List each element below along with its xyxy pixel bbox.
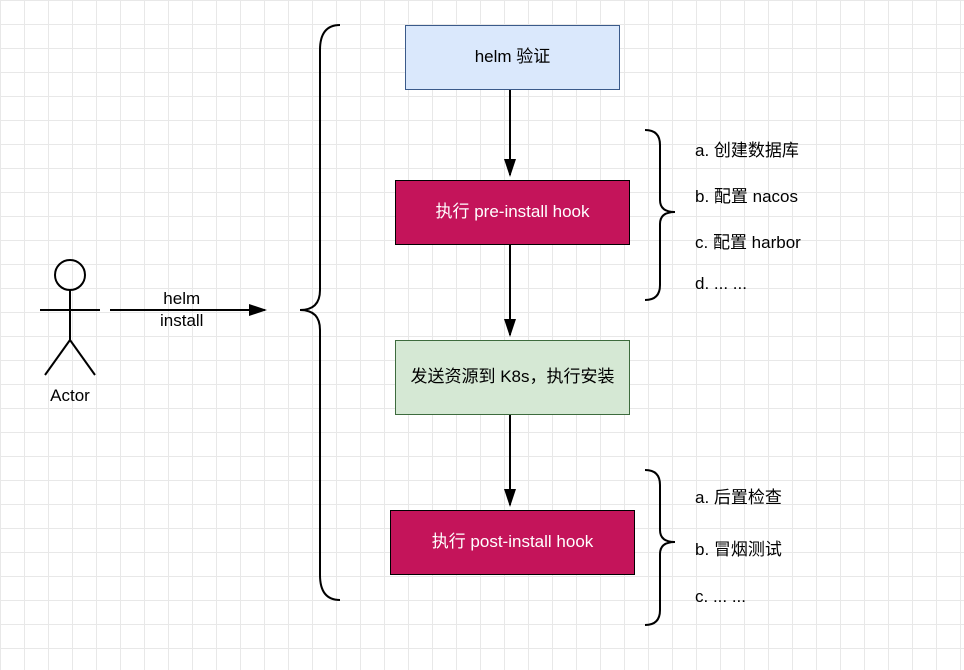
post-item-a: a. 后置检查 <box>695 483 782 508</box>
brace-post <box>645 470 675 625</box>
pre-install-list: a. 创建数据库 b. 配置 nacos c. 配置 harbor d. ...… <box>695 125 801 305</box>
pre-item-c: c. 配置 harbor <box>695 228 801 253</box>
pre-item-b: b. 配置 nacos <box>695 182 801 207</box>
big-brace <box>300 25 340 600</box>
post-item-c: c. ... ... <box>695 587 782 607</box>
post-item-b: b. 冒烟测试 <box>695 535 782 560</box>
actor-icon <box>40 260 100 375</box>
actor-label: Actor <box>40 385 100 407</box>
pre-item-d: d. ... ... <box>695 274 801 294</box>
post-install-list: a. 后置检查 b. 冒烟测试 c. ... ... <box>695 470 782 620</box>
step-helm-verify: helm 验证 <box>405 25 620 90</box>
edge-label-helm-install: helm install <box>160 288 203 332</box>
pre-item-a: a. 创建数据库 <box>695 136 801 161</box>
step-post-install-hook: 执行 post-install hook <box>390 510 635 575</box>
step-send-to-k8s: 发送资源到 K8s，执行安装 <box>395 340 630 415</box>
brace-pre <box>645 130 675 300</box>
step-pre-install-hook: 执行 pre-install hook <box>395 180 630 245</box>
